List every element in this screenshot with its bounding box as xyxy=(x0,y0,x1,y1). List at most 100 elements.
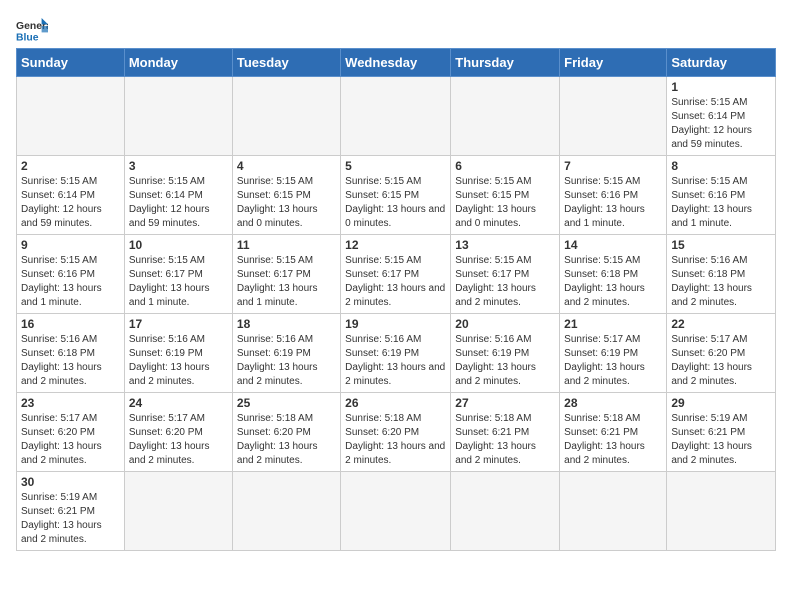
day-number: 10 xyxy=(129,238,228,252)
day-info: Sunrise: 5:16 AM Sunset: 6:19 PM Dayligh… xyxy=(237,333,336,389)
calendar-day-cell xyxy=(17,77,125,156)
calendar-day-cell: 13 Sunrise: 5:15 AM Sunset: 6:17 PM Dayli… xyxy=(451,235,560,314)
day-number: 2 xyxy=(21,159,120,173)
day-info: Sunrise: 5:18 AM Sunset: 6:21 PM Dayligh… xyxy=(564,412,662,468)
day-info: Sunrise: 5:19 AM Sunset: 6:21 PM Dayligh… xyxy=(21,491,120,547)
day-info: Sunrise: 5:16 AM Sunset: 6:19 PM Dayligh… xyxy=(455,333,555,389)
day-number: 27 xyxy=(455,396,555,410)
day-number: 29 xyxy=(671,396,771,410)
calendar-day-cell xyxy=(341,77,451,156)
day-number: 5 xyxy=(345,159,446,173)
calendar-day-cell: 26 Sunrise: 5:18 AM Sunset: 6:20 PM Dayli… xyxy=(341,393,451,472)
calendar-day-cell xyxy=(124,472,232,551)
calendar-day-cell: 24Sunrise: 5:17 AM Sunset: 6:20 PM Dayli… xyxy=(124,393,232,472)
day-info: Sunrise: 5:15 AM Sunset: 6:16 PM Dayligh… xyxy=(564,175,662,231)
day-number: 11 xyxy=(237,238,336,252)
day-info: Sunrise: 5:18 AM Sunset: 6:20 PM Dayligh… xyxy=(345,412,446,468)
day-info: Sunrise: 5:17 AM Sunset: 6:19 PM Dayligh… xyxy=(564,333,662,389)
day-number: 1 xyxy=(671,80,771,94)
calendar-day-cell: 14Sunrise: 5:15 AM Sunset: 6:18 PM Dayli… xyxy=(560,235,667,314)
calendar-day-cell xyxy=(667,472,776,551)
weekday-header-thursday: Thursday xyxy=(451,49,560,77)
day-number: 8 xyxy=(671,159,771,173)
generalblue-logo-icon: General Blue xyxy=(16,16,48,44)
day-info: Sunrise: 5:18 AM Sunset: 6:21 PM Dayligh… xyxy=(455,412,555,468)
calendar-day-cell: 16 Sunrise: 5:16 AM Sunset: 6:18 PM Dayli… xyxy=(17,314,125,393)
calendar-day-cell: 29 Sunrise: 5:19 AM Sunset: 6:21 PM Dayli… xyxy=(667,393,776,472)
calendar-day-cell xyxy=(451,472,560,551)
day-number: 6 xyxy=(455,159,555,173)
calendar-day-cell xyxy=(341,472,451,551)
day-info: Sunrise: 5:15 AM Sunset: 6:17 PM Dayligh… xyxy=(345,254,446,310)
calendar-week-row: 9 Sunrise: 5:15 AM Sunset: 6:16 PM Daylig… xyxy=(17,235,776,314)
day-number: 23 xyxy=(21,396,120,410)
weekday-header-saturday: Saturday xyxy=(667,49,776,77)
day-number: 13 xyxy=(455,238,555,252)
calendar-day-cell: 4Sunrise: 5:15 AM Sunset: 6:15 PM Daylig… xyxy=(232,156,340,235)
day-info: Sunrise: 5:16 AM Sunset: 6:19 PM Dayligh… xyxy=(129,333,228,389)
calendar-day-cell: 5 Sunrise: 5:15 AM Sunset: 6:15 PM Daylig… xyxy=(341,156,451,235)
calendar-day-cell: 3Sunrise: 5:15 AM Sunset: 6:14 PM Daylig… xyxy=(124,156,232,235)
calendar-day-cell xyxy=(451,77,560,156)
day-number: 18 xyxy=(237,317,336,331)
calendar-day-cell: 1 Sunrise: 5:15 AM Sunset: 6:14 PM Daylig… xyxy=(667,77,776,156)
calendar-week-row: 16 Sunrise: 5:16 AM Sunset: 6:18 PM Dayli… xyxy=(17,314,776,393)
day-number: 9 xyxy=(21,238,120,252)
calendar-day-cell: 20Sunrise: 5:16 AM Sunset: 6:19 PM Dayli… xyxy=(451,314,560,393)
day-info: Sunrise: 5:15 AM Sunset: 6:17 PM Dayligh… xyxy=(237,254,336,310)
calendar-day-cell: 23Sunrise: 5:17 AM Sunset: 6:20 PM Dayli… xyxy=(17,393,125,472)
calendar-day-cell: 27 Sunrise: 5:18 AM Sunset: 6:21 PM Dayli… xyxy=(451,393,560,472)
day-number: 12 xyxy=(345,238,446,252)
day-info: Sunrise: 5:15 AM Sunset: 6:17 PM Dayligh… xyxy=(455,254,555,310)
calendar-day-cell: 9 Sunrise: 5:15 AM Sunset: 6:16 PM Daylig… xyxy=(17,235,125,314)
day-number: 26 xyxy=(345,396,446,410)
day-info: Sunrise: 5:16 AM Sunset: 6:18 PM Dayligh… xyxy=(21,333,120,389)
day-info: Sunrise: 5:15 AM Sunset: 6:15 PM Dayligh… xyxy=(455,175,555,231)
weekday-header-wednesday: Wednesday xyxy=(341,49,451,77)
day-info: Sunrise: 5:19 AM Sunset: 6:21 PM Dayligh… xyxy=(671,412,771,468)
calendar-day-cell: 22 Sunrise: 5:17 AM Sunset: 6:20 PM Dayli… xyxy=(667,314,776,393)
day-info: Sunrise: 5:15 AM Sunset: 6:14 PM Dayligh… xyxy=(671,96,771,152)
day-info: Sunrise: 5:15 AM Sunset: 6:14 PM Dayligh… xyxy=(21,175,120,231)
day-number: 7 xyxy=(564,159,662,173)
calendar-week-row: 1 Sunrise: 5:15 AM Sunset: 6:14 PM Daylig… xyxy=(17,77,776,156)
weekday-header-row: SundayMondayTuesdayWednesdayThursdayFrid… xyxy=(17,49,776,77)
day-number: 25 xyxy=(237,396,336,410)
calendar-day-cell: 28 Sunrise: 5:18 AM Sunset: 6:21 PM Dayli… xyxy=(560,393,667,472)
day-info: Sunrise: 5:17 AM Sunset: 6:20 PM Dayligh… xyxy=(671,333,771,389)
calendar-day-cell: 15 Sunrise: 5:16 AM Sunset: 6:18 PM Dayli… xyxy=(667,235,776,314)
day-number: 19 xyxy=(345,317,446,331)
day-number: 28 xyxy=(564,396,662,410)
day-info: Sunrise: 5:16 AM Sunset: 6:18 PM Dayligh… xyxy=(671,254,771,310)
day-number: 22 xyxy=(671,317,771,331)
calendar-week-row: 2 Sunrise: 5:15 AM Sunset: 6:14 PM Daylig… xyxy=(17,156,776,235)
day-number: 24 xyxy=(129,396,228,410)
weekday-header-sunday: Sunday xyxy=(17,49,125,77)
day-info: Sunrise: 5:15 AM Sunset: 6:18 PM Dayligh… xyxy=(564,254,662,310)
day-info: Sunrise: 5:15 AM Sunset: 6:16 PM Dayligh… xyxy=(671,175,771,231)
day-number: 3 xyxy=(129,159,228,173)
calendar-day-cell xyxy=(560,472,667,551)
day-number: 15 xyxy=(671,238,771,252)
calendar-day-cell: 30 Sunrise: 5:19 AM Sunset: 6:21 PM Dayli… xyxy=(17,472,125,551)
logo: General Blue xyxy=(16,16,48,44)
calendar-day-cell xyxy=(232,77,340,156)
day-info: Sunrise: 5:15 AM Sunset: 6:15 PM Dayligh… xyxy=(345,175,446,231)
day-number: 30 xyxy=(21,475,120,489)
day-number: 16 xyxy=(21,317,120,331)
day-info: Sunrise: 5:18 AM Sunset: 6:20 PM Dayligh… xyxy=(237,412,336,468)
calendar-day-cell: 11 Sunrise: 5:15 AM Sunset: 6:17 PM Dayli… xyxy=(232,235,340,314)
weekday-header-tuesday: Tuesday xyxy=(232,49,340,77)
calendar-week-row: 23Sunrise: 5:17 AM Sunset: 6:20 PM Dayli… xyxy=(17,393,776,472)
calendar-day-cell: 19Sunrise: 5:16 AM Sunset: 6:19 PM Dayli… xyxy=(341,314,451,393)
svg-text:Blue: Blue xyxy=(16,32,39,43)
day-info: Sunrise: 5:15 AM Sunset: 6:16 PM Dayligh… xyxy=(21,254,120,310)
day-info: Sunrise: 5:15 AM Sunset: 6:15 PM Dayligh… xyxy=(237,175,336,231)
calendar-day-cell: 8 Sunrise: 5:15 AM Sunset: 6:16 PM Daylig… xyxy=(667,156,776,235)
calendar-day-cell: 10Sunrise: 5:15 AM Sunset: 6:17 PM Dayli… xyxy=(124,235,232,314)
calendar-day-cell: 12 Sunrise: 5:15 AM Sunset: 6:17 PM Dayli… xyxy=(341,235,451,314)
calendar-day-cell: 21Sunrise: 5:17 AM Sunset: 6:19 PM Dayli… xyxy=(560,314,667,393)
calendar-day-cell: 6 Sunrise: 5:15 AM Sunset: 6:15 PM Daylig… xyxy=(451,156,560,235)
calendar-day-cell: 17Sunrise: 5:16 AM Sunset: 6:19 PM Dayli… xyxy=(124,314,232,393)
calendar-day-cell: 25 Sunrise: 5:18 AM Sunset: 6:20 PM Dayli… xyxy=(232,393,340,472)
